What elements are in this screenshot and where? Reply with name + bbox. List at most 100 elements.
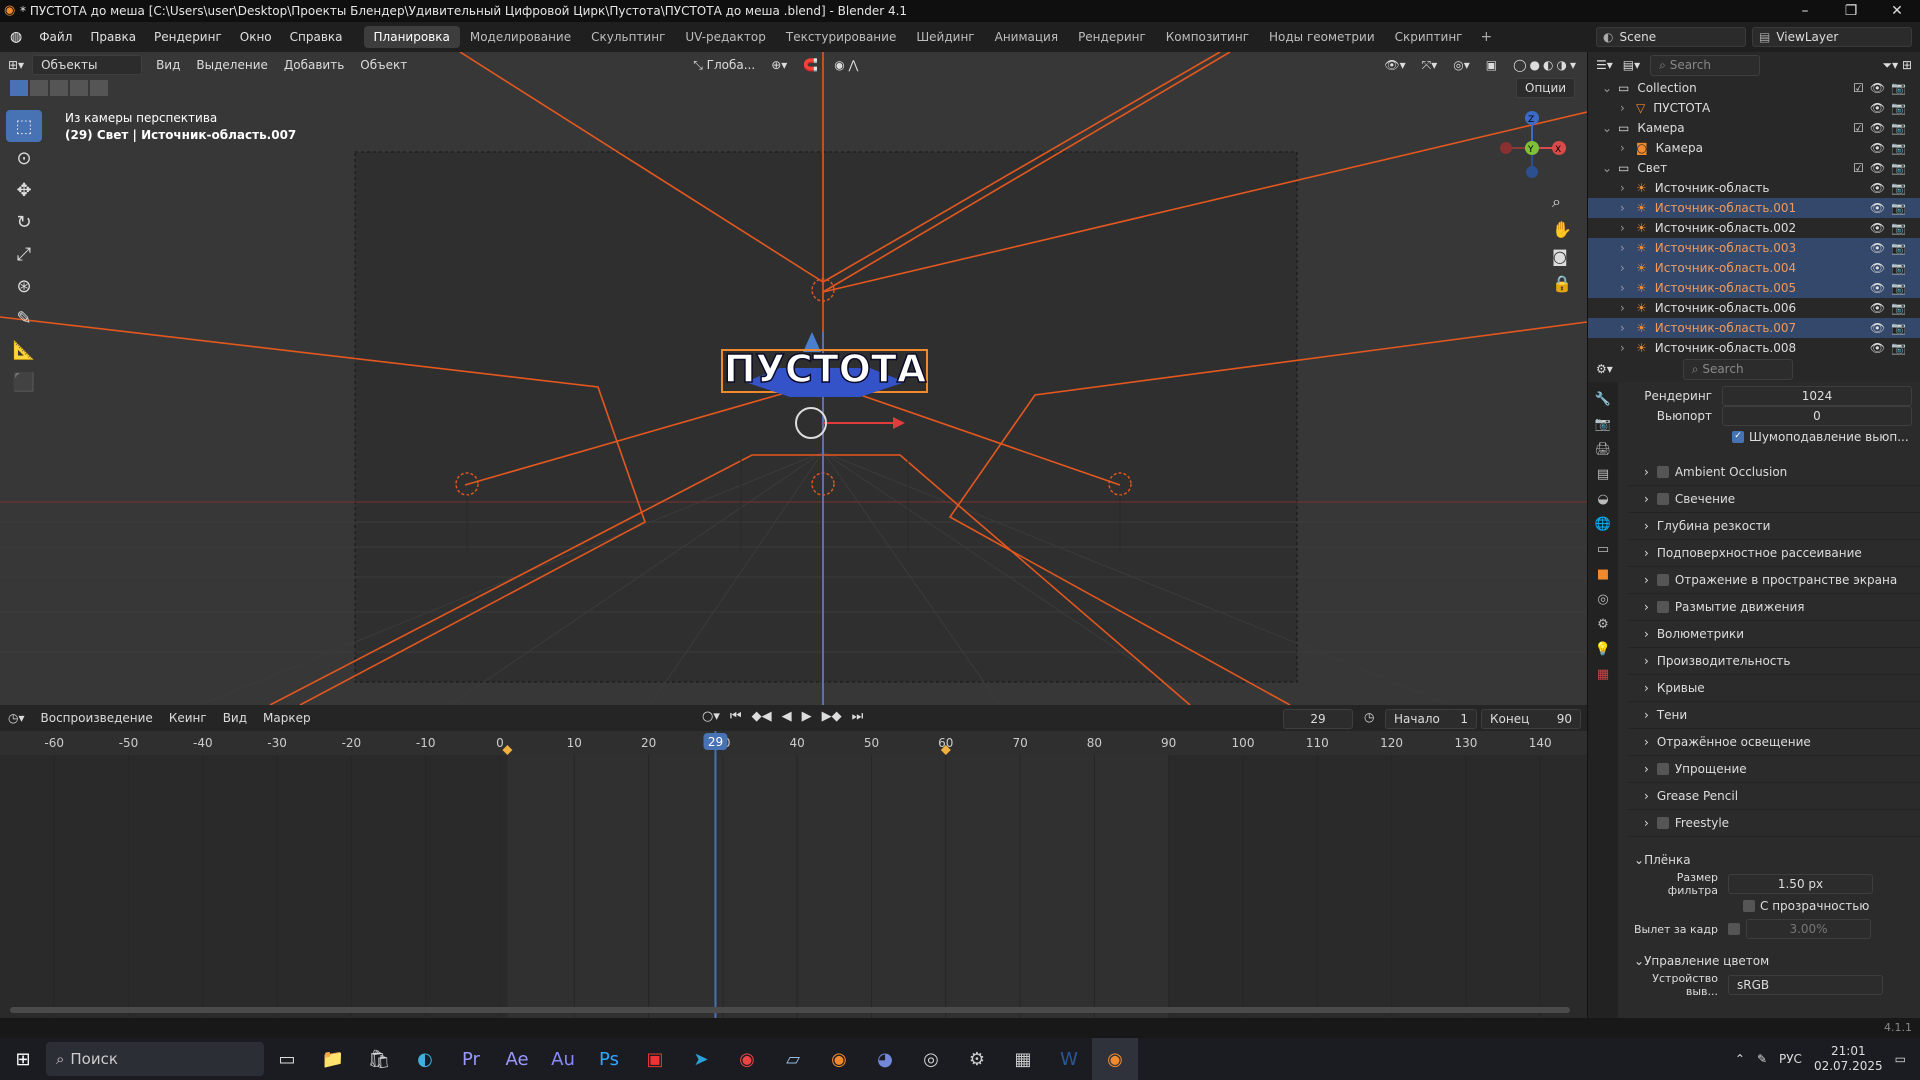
- display-mode-icon[interactable]: ▤▾: [1623, 58, 1640, 72]
- overscan-field[interactable]: 3.00%: [1746, 919, 1871, 939]
- obs-icon[interactable]: ◎: [908, 1038, 954, 1080]
- viewport-menu-item[interactable]: Выделение: [188, 58, 275, 72]
- notification-icon[interactable]: ▭: [1895, 1052, 1906, 1066]
- scene-tab-icon[interactable]: ◒: [1597, 492, 1608, 507]
- xray-icon[interactable]: ▣: [1478, 58, 1505, 72]
- expand-chevron-icon[interactable]: ›: [1620, 181, 1636, 195]
- outliner-row[interactable]: › ☀ Источник-область.003 👁📷: [1588, 238, 1920, 258]
- timeline-area[interactable]: -60-50-40-30-20-100102030405060708090100…: [0, 731, 1587, 1018]
- collection-tab-icon[interactable]: ▭: [1597, 542, 1609, 557]
- constraints-tab-icon[interactable]: ⚙: [1597, 617, 1609, 632]
- view-layer-tab-icon[interactable]: ▤: [1597, 467, 1609, 482]
- physics-tab-icon[interactable]: ◎: [1597, 592, 1608, 607]
- expand-chevron-icon[interactable]: ›: [1620, 301, 1636, 315]
- timeline-editor-icon[interactable]: ◷▾: [0, 711, 33, 725]
- menu-item[interactable]: Справка: [281, 30, 352, 44]
- restore-button[interactable]: ❐: [1828, 3, 1874, 19]
- next-keyframe-icon[interactable]: ▶◆: [822, 709, 842, 724]
- red-app-icon[interactable]: ▣: [632, 1038, 678, 1080]
- close-button[interactable]: ✕: [1874, 3, 1920, 19]
- filter-icon[interactable]: ⏷▾ ⊞: [1883, 58, 1920, 73]
- panel-checkbox[interactable]: [1656, 763, 1669, 775]
- panel-checkbox[interactable]: [1656, 493, 1669, 505]
- camera-view-icon[interactable]: ◙: [1552, 247, 1572, 266]
- film-panel-header[interactable]: ⌄ Плёнка: [1628, 846, 1920, 873]
- expand-chevron-icon[interactable]: ›: [1620, 221, 1636, 235]
- timeline-menu-item[interactable]: Воспроизведение: [33, 711, 161, 725]
- outliner-row[interactable]: › ☀ Источник-область.008 👁📷: [1588, 338, 1920, 358]
- workspace-tab[interactable]: Анимация: [985, 26, 1068, 48]
- filter-size-field[interactable]: 1.50 px: [1728, 874, 1873, 894]
- render-panel-header[interactable]: › Ambient Occlusion: [1628, 459, 1920, 486]
- panel-checkbox[interactable]: [1656, 574, 1669, 586]
- orientation-dropdown[interactable]: ⤡ Глоба...: [685, 58, 763, 73]
- render-panel-header[interactable]: › Размытие движения: [1628, 594, 1920, 621]
- 3d-viewport[interactable]: ПУСТОТА Z X Y ⌕ ✋ ◙ 🔒: [0, 52, 1587, 705]
- panel-checkbox[interactable]: [1656, 601, 1669, 613]
- edge-icon[interactable]: ◐: [402, 1038, 448, 1080]
- workspace-tab[interactable]: Планировка: [363, 26, 460, 48]
- proportional-edit-icon[interactable]: ◉ ⋀: [826, 58, 866, 72]
- prev-keyframe-icon[interactable]: ◆◀: [752, 709, 772, 724]
- end-frame-field[interactable]: Конец 90: [1481, 709, 1581, 729]
- expand-chevron-icon[interactable]: ›: [1620, 141, 1636, 155]
- properties-editor-icon[interactable]: ⚙▾: [1596, 362, 1613, 376]
- denoise-checkbox[interactable]: ✓: [1732, 431, 1744, 443]
- outliner-editor-icon[interactable]: ☰▾: [1596, 58, 1613, 72]
- expand-chevron-icon[interactable]: ›: [1620, 321, 1636, 335]
- outliner-row[interactable]: › ☀ Источник-область.006 👁📷: [1588, 298, 1920, 318]
- outliner-row[interactable]: ⌄ ▭ Свет ☑👁📷: [1588, 158, 1920, 178]
- premiere-icon[interactable]: Pr: [448, 1038, 494, 1080]
- pivot-icon[interactable]: ⊕▾: [763, 58, 795, 72]
- expand-chevron-icon[interactable]: ›: [1620, 241, 1636, 255]
- color-management-header[interactable]: ⌄ Управление цветом: [1628, 947, 1920, 974]
- pen-icon[interactable]: ✎: [1757, 1052, 1767, 1066]
- annotate-tool-icon[interactable]: ✎: [6, 302, 42, 334]
- navigation-gizmo[interactable]: Z X Y: [1492, 108, 1572, 188]
- overscan-checkbox[interactable]: [1728, 923, 1740, 935]
- add-cube-tool-icon[interactable]: ⬛: [6, 366, 42, 398]
- expand-chevron-icon[interactable]: ⌄: [1602, 161, 1618, 175]
- store-icon[interactable]: 🛍: [356, 1038, 402, 1080]
- render-panel-header[interactable]: › Глубина резкости: [1628, 513, 1920, 540]
- outliner-row[interactable]: › ▽ ПУСТОТА 👁📷: [1588, 98, 1920, 118]
- select-invert-icon[interactable]: [70, 80, 88, 96]
- render-panel-header[interactable]: › Упрощение: [1628, 756, 1920, 783]
- task-view-icon[interactable]: ▭: [264, 1038, 310, 1080]
- steam-icon[interactable]: ⚙: [954, 1038, 1000, 1080]
- menu-item[interactable]: Рендеринг: [145, 30, 231, 44]
- timeline-menu-item[interactable]: Кеинг: [161, 711, 215, 725]
- properties-search[interactable]: ⌕ Search: [1682, 358, 1793, 380]
- windows-start-icon[interactable]: ⊞: [0, 1038, 46, 1080]
- blender-taskbar-icon[interactable]: ◉: [816, 1038, 862, 1080]
- render-panel-header[interactable]: › Волюметрики: [1628, 621, 1920, 648]
- clock[interactable]: 21:01 02.07.2025: [1814, 1044, 1883, 1074]
- object-tab-icon[interactable]: ■: [1597, 567, 1609, 582]
- move-tool-icon[interactable]: ✥: [6, 174, 42, 206]
- workspace-tab[interactable]: Композитинг: [1156, 26, 1259, 48]
- outliner-row[interactable]: › ☀ Источник-область 👁📷: [1588, 178, 1920, 198]
- word-icon[interactable]: W: [1046, 1038, 1092, 1080]
- select-intersect-icon[interactable]: [90, 80, 108, 96]
- menu-item[interactable]: Файл: [30, 30, 81, 44]
- expand-chevron-icon[interactable]: ›: [1620, 101, 1636, 115]
- select-box-tool-icon[interactable]: ⬚: [6, 110, 42, 142]
- timeline-menu-item[interactable]: Маркер: [255, 711, 319, 725]
- current-frame-field[interactable]: 29: [1283, 709, 1353, 729]
- audition-icon[interactable]: Au: [540, 1038, 586, 1080]
- zoom-icon[interactable]: ⌕: [1552, 192, 1572, 212]
- after-effects-icon[interactable]: Ae: [494, 1038, 540, 1080]
- workspace-tab[interactable]: Шейдинг: [906, 26, 984, 48]
- telegram-icon[interactable]: ➤: [678, 1038, 724, 1080]
- outliner-row[interactable]: ⌄ ▭ Камера ☑👁📷: [1588, 118, 1920, 138]
- render-panel-header[interactable]: › Тени: [1628, 702, 1920, 729]
- expand-chevron-icon[interactable]: ›: [1620, 341, 1636, 355]
- workspace-tab[interactable]: Моделирование: [460, 26, 581, 48]
- gizmo-toggle-icon[interactable]: ⤧▾: [1414, 58, 1446, 73]
- outliner-row[interactable]: › ☀ Источник-область.007 👁📷: [1588, 318, 1920, 338]
- discord-icon[interactable]: ◕: [862, 1038, 908, 1080]
- app-window-icon[interactable]: ▦: [1000, 1038, 1046, 1080]
- outliner-row[interactable]: › ☀ Источник-область.002 👁📷: [1588, 218, 1920, 238]
- render-panel-header[interactable]: › Grease Pencil: [1628, 783, 1920, 810]
- workspace-tab[interactable]: Рендеринг: [1068, 26, 1156, 48]
